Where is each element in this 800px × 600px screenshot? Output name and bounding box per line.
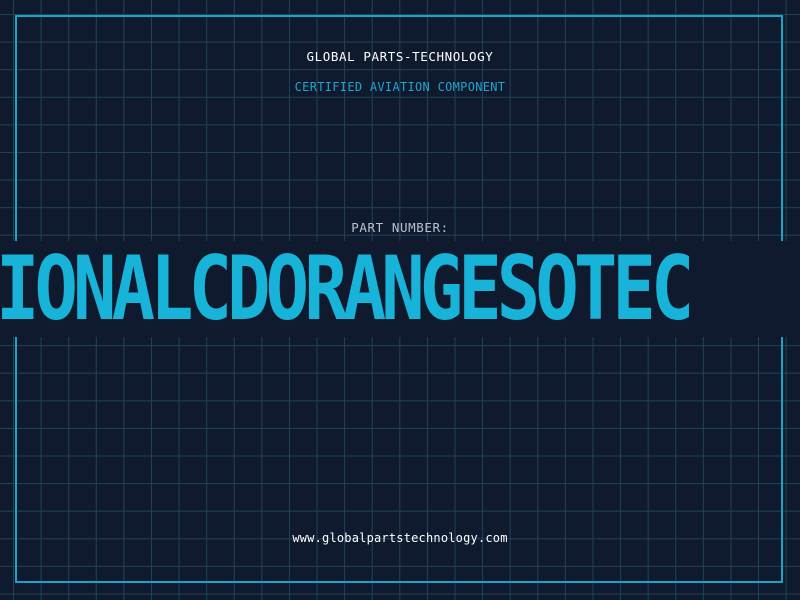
part-number-band: IONALCDORANGESOTEC xyxy=(0,241,800,337)
company-name: GLOBAL PARTS-TECHNOLOGY xyxy=(306,49,494,64)
certification-subtitle: CERTIFIED AVIATION COMPONENT xyxy=(294,80,506,94)
part-number-value: IONALCDORANGESOTEC xyxy=(0,241,694,337)
part-number-label: PART NUMBER: xyxy=(351,220,449,235)
website-url: www.globalpartstechnology.com xyxy=(292,531,508,545)
label-canvas: GLOBAL PARTS-TECHNOLOGY CERTIFIED AVIATI… xyxy=(0,0,800,600)
